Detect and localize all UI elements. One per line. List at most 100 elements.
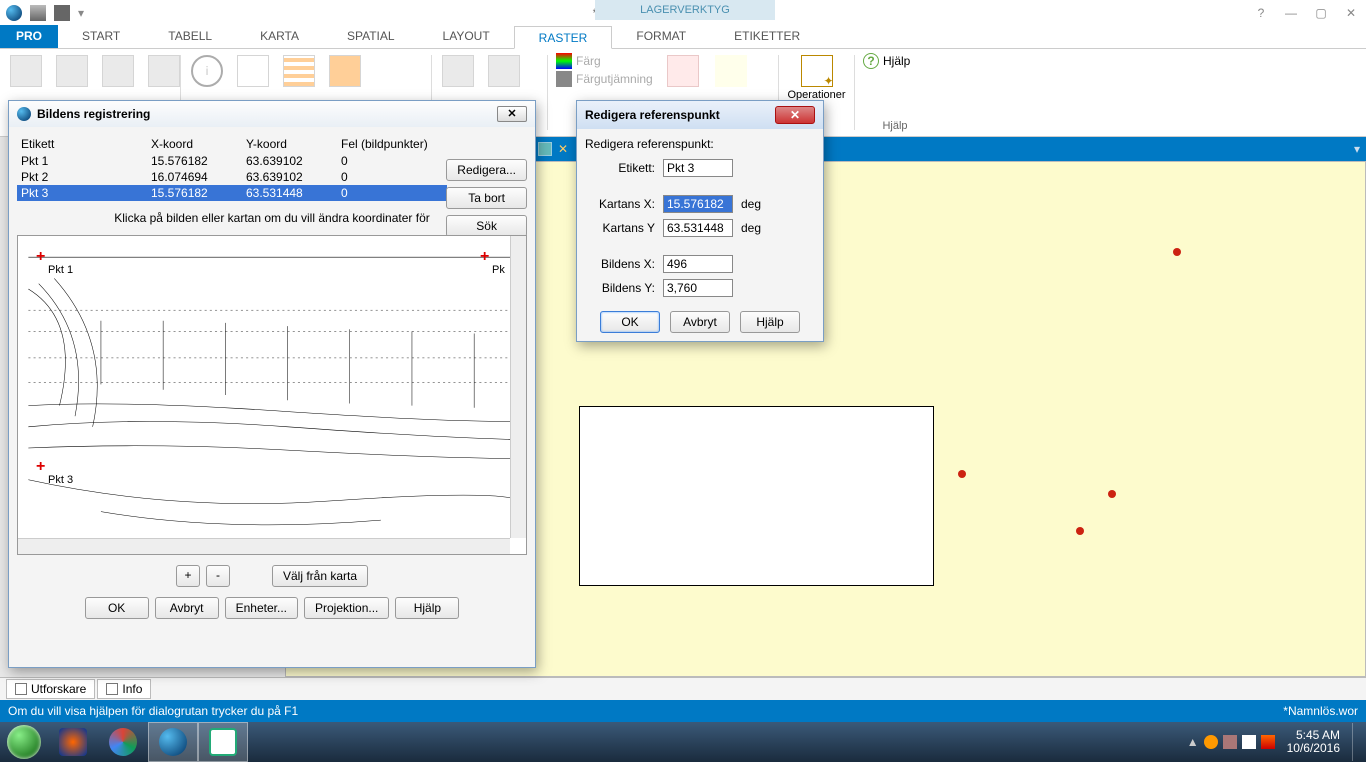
hint-text: Klicka på bilden eller kartan om du vill…: [57, 211, 487, 225]
valj-fran-karta-button[interactable]: Välj från karta: [272, 565, 368, 587]
tray-clock[interactable]: 5:45 AM 10/6/2016: [1281, 729, 1346, 755]
explorer-icon: [15, 683, 27, 695]
table-row-selected[interactable]: Pkt 315.57618263.5314480: [17, 185, 447, 201]
tab-raster[interactable]: RASTER: [514, 26, 613, 49]
ribbon-fx-icon[interactable]: [665, 53, 701, 91]
tray-up-icon[interactable]: ▲: [1187, 735, 1199, 749]
etikett-field[interactable]: [663, 159, 733, 177]
ribbon-fire-icon[interactable]: [327, 53, 363, 91]
map-point: [1076, 527, 1084, 535]
redigera-button[interactable]: Redigera...: [446, 159, 527, 181]
help-circle-icon: ?: [863, 53, 879, 69]
dialog-close-button[interactable]: ✕: [497, 106, 527, 122]
avbryt-button[interactable]: Avbryt: [670, 311, 730, 333]
control-point-marker[interactable]: +: [36, 250, 50, 264]
bildensy-field[interactable]: [663, 279, 733, 297]
dialog-icon: [17, 107, 31, 121]
scrollbar-horizontal[interactable]: [18, 538, 510, 554]
dialog-titlebar[interactable]: Redigera referenspunkt ✕: [577, 101, 823, 129]
tab-utforskare[interactable]: Utforskare: [6, 679, 95, 699]
table-row[interactable]: Pkt 216.07469463.6391020: [17, 169, 447, 185]
ribbon-grid-icon[interactable]: [281, 53, 317, 91]
control-point-marker[interactable]: +: [480, 250, 494, 264]
ribbon-btn-2[interactable]: [54, 53, 90, 91]
pkt-label: Pk: [492, 264, 505, 276]
hjalp-button[interactable]: Hjälp: [395, 597, 459, 619]
tabstrip-dropdown-icon[interactable]: ▾: [1354, 142, 1366, 156]
avbryt-button[interactable]: Avbryt: [155, 597, 219, 619]
taskbar: ▲ 5:45 AM 10/6/2016: [0, 722, 1366, 762]
tabort-button[interactable]: Ta bort: [446, 187, 527, 209]
hjalp-button[interactable]: ? Hjälp: [863, 53, 927, 69]
dialog-titlebar[interactable]: Bildens registrering ✕: [9, 101, 535, 127]
tray-icon[interactable]: [1204, 735, 1218, 749]
taskbar-libreoffice[interactable]: [198, 722, 248, 762]
tray-icon[interactable]: [1261, 735, 1275, 749]
zoom-in-button[interactable]: +: [176, 565, 200, 587]
tray-icons[interactable]: ▲: [1187, 735, 1275, 749]
tab-pro[interactable]: PRO: [0, 25, 58, 48]
maximize-icon[interactable]: ▢: [1312, 6, 1330, 20]
tab-format[interactable]: FORMAT: [612, 25, 710, 48]
tab-etiketter[interactable]: ETIKETTER: [710, 25, 824, 48]
sok-button[interactable]: Sök: [446, 215, 527, 237]
tab-layout[interactable]: LAYOUT: [419, 25, 514, 48]
tray-icon[interactable]: [1223, 735, 1237, 749]
kartansx-label: Kartans X:: [585, 197, 655, 211]
ribbon-info-icon[interactable]: i: [189, 53, 225, 91]
taskbar-mapinfo[interactable]: [148, 722, 198, 762]
info-icon: [106, 683, 118, 695]
tray-volume-icon[interactable]: [1242, 735, 1256, 749]
start-button[interactable]: [0, 722, 48, 762]
bottom-panel-tabs: Utforskare Info: [0, 678, 1366, 700]
ribbon-btn-4[interactable]: [146, 53, 182, 91]
qat-icon-2[interactable]: [54, 5, 70, 21]
scrollbar-vertical[interactable]: [510, 236, 526, 538]
ok-button[interactable]: OK: [85, 597, 149, 619]
control-point-marker[interactable]: +: [36, 460, 50, 474]
ribbon-band-2[interactable]: [486, 53, 522, 91]
tab-karta[interactable]: KARTA: [236, 25, 323, 48]
taskbar-firefox[interactable]: [48, 722, 98, 762]
taskbar-chrome[interactable]: [98, 722, 148, 762]
ribbon-sun-icon[interactable]: [713, 53, 749, 91]
dialog-close-button[interactable]: ✕: [775, 106, 815, 124]
table-row[interactable]: Pkt 115.57618263.6391020: [17, 153, 447, 169]
show-desktop-button[interactable]: [1352, 723, 1360, 761]
hjalp-button[interactable]: Hjälp: [740, 311, 800, 333]
points-table[interactable]: Etikett X-koord Y-koord Fel (bildpunkter…: [17, 135, 447, 201]
zoom-out-button[interactable]: -: [206, 565, 230, 587]
status-document: *Namnlös.wor: [1283, 704, 1358, 718]
ribbon-stats-icon[interactable]: [235, 53, 271, 91]
ribbon-fargutj-label[interactable]: Färgutjämning: [576, 72, 653, 86]
minimize-icon[interactable]: —: [1282, 6, 1300, 20]
help-icon[interactable]: ?: [1252, 6, 1270, 20]
tab-info[interactable]: Info: [97, 679, 151, 699]
bildensx-field[interactable]: [663, 255, 733, 273]
kartansy-field[interactable]: [663, 219, 733, 237]
map-point: [1173, 248, 1181, 256]
qat-icon-1[interactable]: [30, 5, 46, 21]
ok-button[interactable]: OK: [600, 311, 660, 333]
image-registration-dialog: Bildens registrering ✕ Etikett X-koord Y…: [8, 100, 536, 668]
image-preview[interactable]: + Pkt 1 + Pk + Pkt 3: [17, 235, 527, 555]
doc-tab-icon[interactable]: [538, 142, 552, 156]
tab-start[interactable]: START: [58, 25, 144, 48]
ribbon-btn-1[interactable]: [8, 53, 44, 91]
ribbon-farg-label[interactable]: Färg: [576, 54, 601, 68]
tab-spatial[interactable]: SPATIAL: [323, 25, 419, 48]
tab-tabell[interactable]: TABELL: [144, 25, 236, 48]
enheter-button[interactable]: Enheter...: [225, 597, 298, 619]
etikett-label: Etikett:: [585, 161, 655, 175]
ribbon-tabs: PRO START TABELL KARTA SPATIAL LAYOUT RA…: [0, 25, 1366, 49]
kartansx-field[interactable]: [663, 195, 733, 213]
ribbon-btn-3[interactable]: [100, 53, 136, 91]
kartansy-label: Kartans Y: [585, 221, 655, 235]
close-icon[interactable]: ✕: [1342, 6, 1360, 20]
doc-tab-close-icon[interactable]: ✕: [558, 142, 568, 156]
ribbon-band-1[interactable]: [440, 53, 476, 91]
contextual-tab-label[interactable]: LAGERVERKTYG: [595, 0, 775, 20]
projektion-button[interactable]: Projektion...: [304, 597, 389, 619]
map-rect: [579, 406, 934, 586]
map-point: [958, 470, 966, 478]
